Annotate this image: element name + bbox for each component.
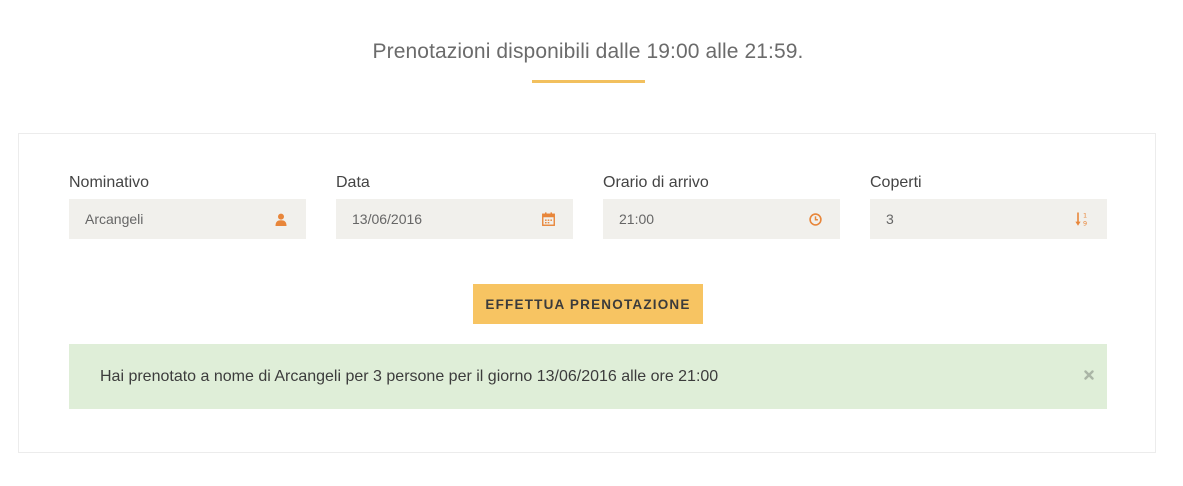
covers-input[interactable]: 3 1 9 [870,199,1107,239]
sort-numeric-icon: 1 9 [1075,211,1089,227]
title-underline [532,80,645,83]
date-value: 13/06/2016 [352,211,423,227]
date-input[interactable]: 13/06/2016 [336,199,573,239]
covers-field-group: Coperti 3 1 9 [870,172,1107,239]
clock-icon [808,211,822,227]
svg-text:1: 1 [1083,212,1087,220]
success-alert: Hai prenotato a nome di Arcangeli per 3 … [69,344,1107,409]
submit-reservation-button[interactable]: EFFETTUA PRENOTAZIONE [473,284,703,324]
date-label: Data [336,174,370,191]
time-value: 21:00 [619,211,655,227]
svg-text:9: 9 [1083,219,1087,226]
page-title: Prenotazioni disponibili dalle 19:00 all… [372,40,804,63]
user-icon [274,211,288,227]
time-label: Orario di arrivo [603,174,709,191]
reservation-page: Prenotazioni disponibili dalle 19:00 all… [0,0,1183,486]
alert-message: Hai prenotato a nome di Arcangeli per 3 … [100,368,719,385]
close-icon[interactable] [1081,366,1097,384]
reservation-form-card: Nominativo Arcangeli Data 13/06/2016 Ora… [18,133,1156,453]
time-field-group: Orario di arrivo 21:00 [603,172,840,239]
name-input[interactable]: Arcangeli [69,199,306,239]
covers-value: 3 [886,211,894,227]
date-field-group: Data 13/06/2016 [336,172,573,239]
name-label: Nominativo [69,174,150,191]
time-input[interactable]: 21:00 [603,199,840,239]
name-value: Arcangeli [85,211,144,227]
name-field-group: Nominativo Arcangeli [69,172,306,239]
calendar-icon [541,211,555,227]
covers-label: Coperti [870,174,922,191]
